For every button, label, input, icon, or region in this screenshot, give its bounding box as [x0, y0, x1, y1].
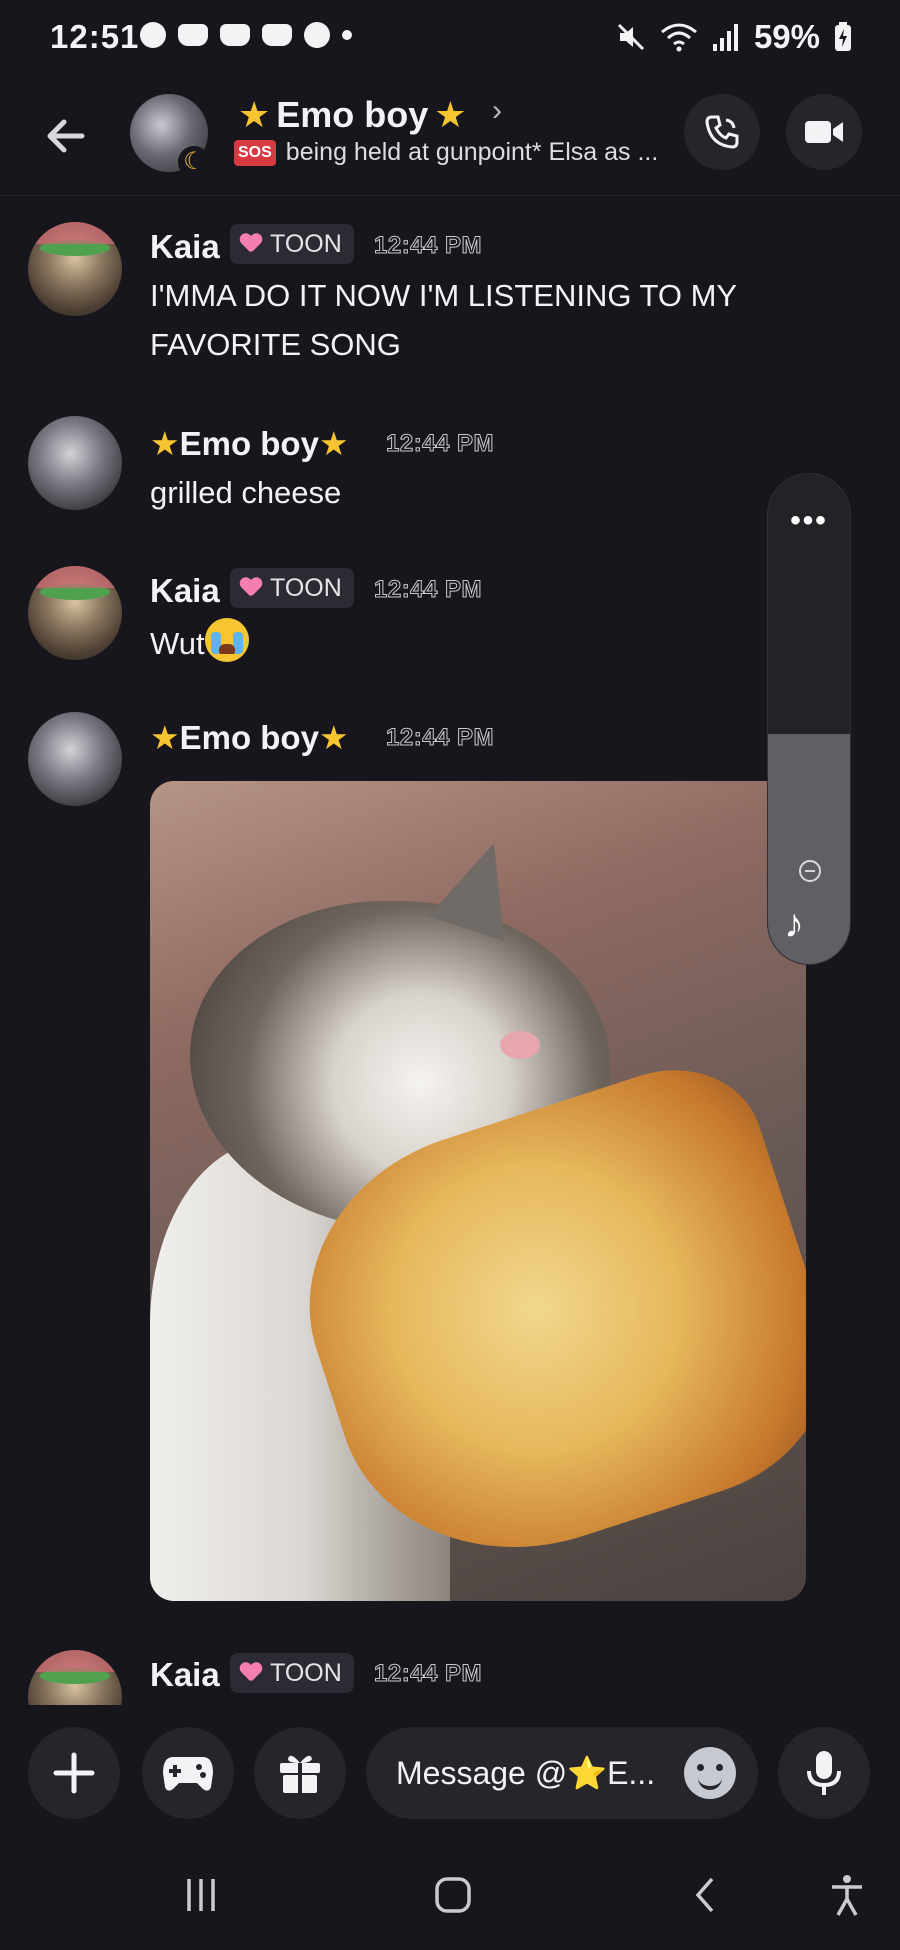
heart-icon	[240, 1663, 262, 1683]
toon-tag[interactable]: TOON	[230, 568, 354, 608]
timestamp: 12:44 PM	[373, 1660, 483, 1688]
custom-status: SOS being held at gunpoint* Elsa as ...	[234, 138, 658, 167]
more-dot-icon	[342, 30, 352, 40]
voice-message-button[interactable]	[778, 1727, 870, 1819]
chat-bubble-icon	[304, 22, 330, 48]
star-icon: ★	[150, 719, 180, 756]
tag-label: TOON	[270, 573, 342, 602]
message-text: grilled cheese	[150, 475, 342, 510]
gift-icon	[280, 1755, 320, 1793]
more-options-icon[interactable]: •••	[768, 504, 850, 538]
timestamp: 12:44 PM	[385, 724, 495, 752]
toon-tag[interactable]: TOON	[230, 1653, 354, 1693]
microphone-icon	[807, 1751, 841, 1795]
status-bar: 12:51 59%	[0, 0, 900, 78]
minus-circle-icon	[140, 22, 166, 48]
heart-icon	[240, 234, 262, 254]
discord-icon	[220, 24, 250, 46]
home-button[interactable]	[428, 1868, 478, 1922]
avatar[interactable]	[28, 222, 122, 316]
accessibility-button[interactable]	[822, 1868, 872, 1922]
crying-emoji	[204, 618, 249, 662]
discord-icon	[262, 24, 292, 46]
author-name[interactable]: Kaia	[150, 572, 220, 610]
mute-icon	[617, 23, 644, 51]
gift-button[interactable]	[254, 1727, 346, 1819]
notification-icons	[140, 22, 352, 48]
star-icon: ★	[434, 94, 467, 135]
message-text: Wut	[150, 618, 790, 668]
music-note-icon[interactable]: ♪	[784, 902, 804, 947]
voice-call-button[interactable]	[684, 94, 760, 170]
toon-tag[interactable]: TOON	[230, 224, 354, 264]
star-icon: ★	[318, 719, 349, 756]
accessibility-icon	[832, 1875, 862, 1916]
star-icon: ★	[318, 425, 349, 462]
author-name[interactable]: ★Emo boy★	[150, 424, 349, 463]
message-composer: Message @⭐E...	[0, 1705, 900, 1835]
chevron-left-icon	[695, 1877, 714, 1913]
author-name[interactable]: ★Emo boy★	[150, 718, 349, 757]
moon-icon: ☾	[183, 148, 205, 175]
timestamp: 12:44 PM	[373, 576, 483, 604]
recipient-name[interactable]: ★ Emo boy ★	[238, 94, 467, 136]
recipient-name-text: Emo boy	[276, 94, 429, 135]
message-input[interactable]: Message @⭐E...	[366, 1727, 758, 1819]
home-icon	[435, 1877, 471, 1913]
emoji-picker-button[interactable]	[684, 1747, 736, 1799]
back-button[interactable]	[36, 106, 96, 166]
battery-percent: 59%	[753, 18, 820, 55]
phone-icon	[705, 115, 739, 149]
gamepad-icon	[163, 1757, 213, 1791]
tag-label: TOON	[270, 1658, 342, 1687]
custom-status-text: being held at gunpoint* Elsa as ...	[285, 138, 659, 166]
system-icons: 59%	[616, 18, 852, 56]
cat-nose	[500, 1031, 540, 1059]
sos-emoji: SOS	[234, 139, 276, 166]
message-group: Kaia TOON 12:44 PM	[0, 1650, 900, 1705]
dm-header: ☾ ★ Emo boy ★ › SOS being held at gunpoi…	[0, 78, 900, 196]
add-attachment-button[interactable]	[28, 1727, 120, 1819]
author-name[interactable]: Kaia	[150, 1656, 220, 1694]
video-call-button[interactable]	[786, 94, 862, 170]
back-nav-button[interactable]	[680, 1868, 730, 1922]
timestamp: 12:44 PM	[385, 430, 495, 458]
discord-icon	[178, 24, 208, 46]
tag-label: TOON	[270, 229, 342, 258]
wifi-icon	[660, 23, 697, 52]
volume-panel[interactable]: ••• ♪	[768, 474, 850, 964]
volume-level[interactable]	[768, 733, 850, 964]
video-camera-icon	[805, 121, 843, 143]
heart-icon	[240, 578, 262, 598]
activities-button[interactable]	[142, 1727, 234, 1819]
timestamp: 12:44 PM	[373, 232, 483, 260]
star-icon: ★	[150, 425, 180, 462]
author-name-text: Emo boy	[179, 719, 319, 756]
avatar[interactable]	[28, 1650, 122, 1705]
system-nav-bar	[0, 1840, 900, 1950]
image-attachment[interactable]	[150, 781, 806, 1601]
signal-icon	[712, 24, 738, 51]
message-placeholder: Message @⭐E...	[396, 1755, 656, 1791]
arrow-left-icon	[47, 119, 85, 153]
message-text: I'MMA DO IT NOW I'M LISTENING TO MY FAVO…	[150, 278, 737, 362]
message-text-content: Wut	[150, 626, 205, 661]
minus-circle-icon	[799, 860, 821, 882]
status-time: 12:51	[50, 18, 140, 55]
plus-icon	[53, 1752, 95, 1794]
idle-status-indicator: ☾	[178, 146, 210, 178]
chevron-right-icon[interactable]: ›	[492, 94, 502, 128]
avatar[interactable]	[28, 566, 122, 660]
avatar[interactable]	[28, 416, 122, 510]
author-name-text: Emo boy	[179, 425, 319, 462]
recent-apps-button[interactable]	[176, 1868, 226, 1922]
avatar[interactable]	[28, 712, 122, 806]
battery-charging-icon	[835, 22, 851, 51]
star-icon: ★	[238, 94, 271, 135]
author-name[interactable]: Kaia	[150, 228, 220, 266]
recents-icon	[187, 1879, 215, 1911]
